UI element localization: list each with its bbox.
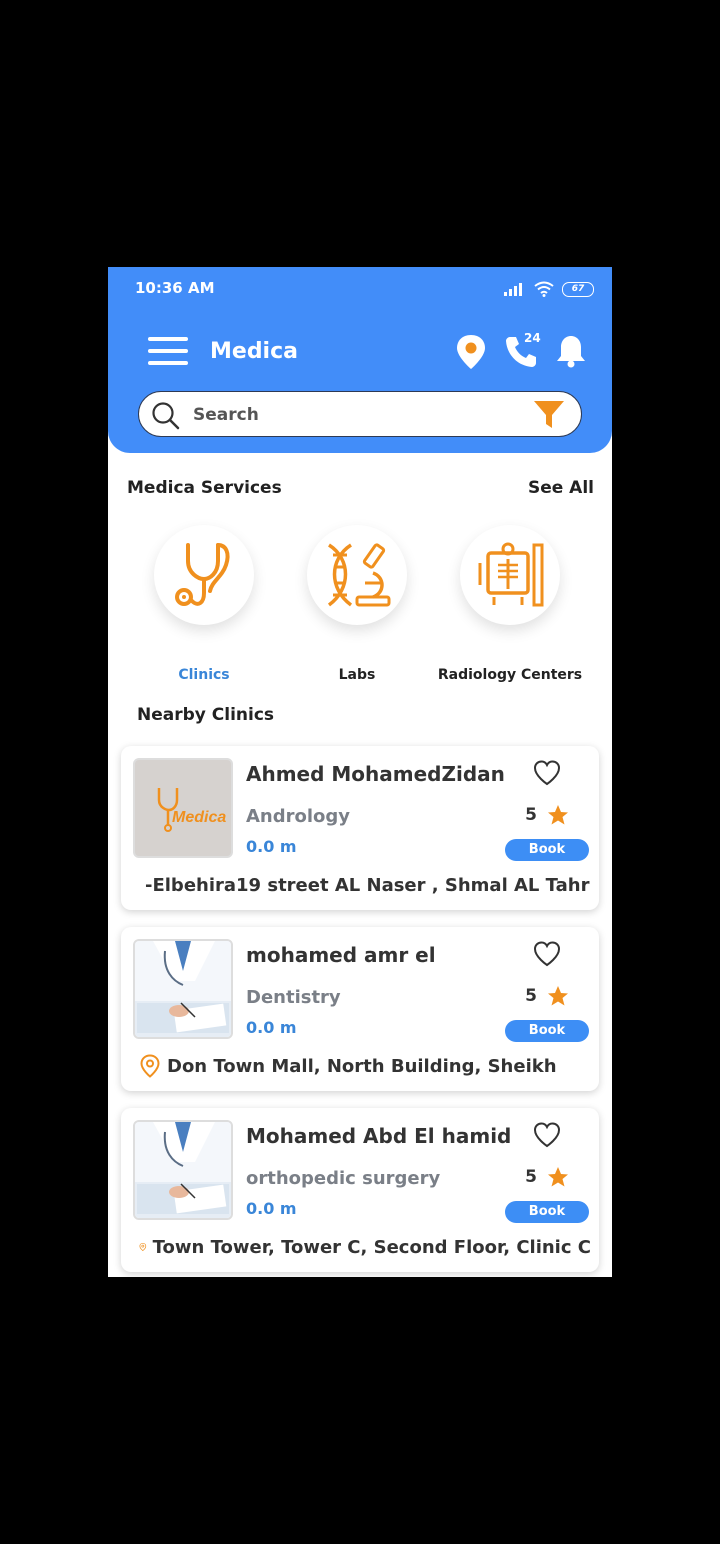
clinic-specialty: orthopedic surgery bbox=[246, 1168, 441, 1189]
service-label: Clinics bbox=[178, 667, 230, 683]
clinic-logo: Medica bbox=[133, 758, 233, 858]
service-label: Labs bbox=[338, 667, 376, 683]
search-bar bbox=[138, 391, 582, 437]
clinic-specialty: Andrology bbox=[246, 806, 351, 827]
book-button[interactable]: Book bbox=[505, 1020, 589, 1042]
svg-text:Medica: Medica bbox=[172, 809, 226, 826]
rating-value: 5 bbox=[525, 986, 537, 1006]
service-radiology-centers[interactable]: Radiology Centers bbox=[438, 525, 582, 685]
service-labs[interactable]: Labs bbox=[292, 525, 422, 685]
clinic-rating: 5 bbox=[525, 804, 569, 826]
clinic-name: Mohamed Abd El hamid bbox=[246, 1124, 512, 1148]
clinic-distance: 0.0 m bbox=[246, 1199, 297, 1218]
star-icon bbox=[548, 1167, 568, 1187]
service-circle bbox=[460, 525, 560, 625]
book-button[interactable]: Book bbox=[505, 839, 589, 861]
address-text: Town Tower, Tower C, Second Floor, Clini… bbox=[152, 1236, 591, 1258]
wifi-icon bbox=[534, 281, 554, 297]
clinic-name: mohamed amr el bbox=[246, 943, 436, 967]
rating-value: 5 bbox=[525, 1167, 537, 1187]
menu-bar bbox=[148, 349, 188, 353]
book-button[interactable]: Book bbox=[505, 1201, 589, 1223]
address-text: Don Town Mall, North Building, Sheikh bbox=[167, 1055, 557, 1077]
nearby-title: Nearby Clinics bbox=[137, 705, 275, 725]
clinic-address: Town Tower, Tower C, Second Floor, Clini… bbox=[139, 1235, 591, 1259]
doctor-photo bbox=[133, 1120, 233, 1220]
clinic-distance: 0.0 m bbox=[246, 1018, 297, 1037]
see-all-link[interactable]: See All bbox=[528, 478, 594, 498]
battery-level: 67 bbox=[571, 284, 585, 294]
support-badge: 24 bbox=[524, 331, 541, 345]
clinic-address: Don Town Mall, North Building, Sheikh bbox=[139, 1054, 591, 1078]
app-header: 10:36 AM 67 Medica 24 Search bbox=[108, 267, 612, 453]
support-24-icon[interactable]: 24 bbox=[504, 331, 541, 369]
battery-icon: 67 bbox=[562, 281, 594, 297]
rating-value: 5 bbox=[525, 805, 537, 825]
location-pin-icon bbox=[139, 1242, 147, 1252]
location-pin-icon[interactable] bbox=[454, 333, 488, 369]
star-icon bbox=[548, 986, 568, 1006]
stethoscope-icon bbox=[175, 543, 230, 606]
bell-icon[interactable] bbox=[554, 333, 588, 369]
medica-logo-icon: Medica bbox=[157, 788, 226, 832]
menu-bar bbox=[148, 337, 188, 341]
service-clinics[interactable]: Clinics bbox=[139, 525, 269, 685]
clinic-name: Ahmed MohamedZidan bbox=[246, 762, 505, 786]
menu-button[interactable] bbox=[148, 337, 188, 369]
favorite-heart-icon[interactable] bbox=[533, 941, 561, 967]
clinic-card[interactable]: Medica Ahmed MohamedZidan Andrology 0.0 … bbox=[121, 746, 599, 910]
clinic-specialty: Dentistry bbox=[246, 987, 341, 1008]
clinic-card[interactable]: mohamed amr el Dentistry 0.0 m 5 Book Do… bbox=[121, 927, 599, 1091]
clinic-rating: 5 bbox=[525, 985, 569, 1007]
status-icons: 67 bbox=[504, 279, 594, 299]
clinic-rating: 5 bbox=[525, 1166, 569, 1188]
search-icon bbox=[152, 402, 180, 430]
service-circle bbox=[154, 525, 254, 625]
app-title: Medica bbox=[210, 339, 298, 364]
menu-bar bbox=[148, 361, 188, 365]
search-input[interactable] bbox=[191, 400, 525, 430]
service-label: Radiology Centers bbox=[437, 667, 583, 683]
app-screen: 10:36 AM 67 Medica 24 Search Medica Serv… bbox=[108, 267, 612, 1277]
clinic-distance: 0.0 m bbox=[246, 837, 297, 856]
star-icon bbox=[548, 805, 568, 825]
dna-microscope-icon bbox=[327, 543, 391, 607]
clinic-card[interactable]: Mohamed Abd El hamid orthopedic surgery … bbox=[121, 1108, 599, 1272]
favorite-heart-icon[interactable] bbox=[533, 1122, 561, 1148]
service-circle bbox=[307, 525, 407, 625]
filter-icon[interactable] bbox=[533, 398, 565, 430]
xray-icon bbox=[478, 542, 544, 607]
location-pin-icon bbox=[140, 1054, 160, 1078]
status-time: 10:36 AM bbox=[135, 279, 215, 297]
favorite-heart-icon[interactable] bbox=[533, 760, 561, 786]
address-text: -Elbehira19 street AL Naser , Shmal AL T… bbox=[145, 874, 591, 896]
signal-icon bbox=[504, 283, 522, 296]
doctor-photo bbox=[133, 939, 233, 1039]
services-title: Medica Services bbox=[127, 478, 282, 498]
clinic-address: -Elbehira19 street AL Naser , Shmal AL T… bbox=[139, 873, 591, 897]
